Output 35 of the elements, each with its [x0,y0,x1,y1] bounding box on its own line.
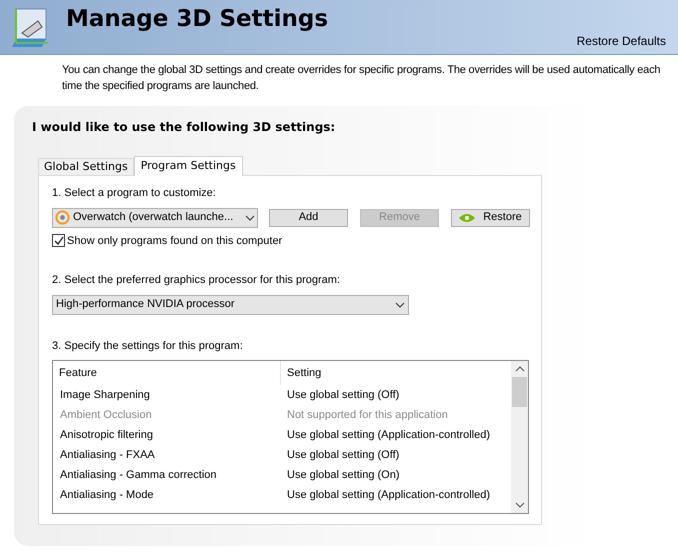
setting-cell-text: Not supported for this application [286,408,448,423]
scrollbar[interactable] [511,361,528,513]
setting-cell-text: Use global setting (On) [286,468,400,483]
column-header[interactable]: Setting [281,361,511,385]
page-title: Manage 3D Settings [66,8,328,31]
feature-cell-text: Antialiasing - Mode [59,488,155,503]
scroll-thumb[interactable] [512,377,527,407]
chevron-down-icon [245,214,255,220]
checkbox[interactable] [52,234,65,248]
setting-cell-text: Use global setting (Application-controlled) [286,488,490,503]
tab[interactable]: Global Settings [38,158,134,175]
feature-cell-text: Image Sharpening [59,388,151,403]
checkbox-label: Show only programs found on this computer [67,234,282,248]
eye-logo-icon [459,212,476,222]
description-text: You can change the global 3D settings and create overrides for specific programs. The overrides will be used automatically each time the specified programs are launched. [62,63,662,94]
action-button[interactable]: Restore [451,208,530,226]
tab[interactable]: Program Settings [134,156,243,176]
setting-cell-text: Use global setting (Application-controlled) [286,428,490,443]
panel-heading: I would like to use the following 3D settings: [32,119,336,136]
gpu-dropdown[interactable]: High-performance NVIDIA processor [52,294,409,314]
program-dropdown[interactable]: Overwatch (overwatch launche... [52,208,258,228]
setting-cell-text: Use global setting (Off) [286,388,400,403]
feature-cell-text: Antialiasing - Gamma correction [59,468,218,483]
step-label: 2. Select the preferred graphics processor for this program: [52,273,341,288]
restore-defaults-link[interactable]: Restore Defaults [576,32,666,50]
program-icon [55,210,70,225]
feature-cell-text: Anisotropic filtering [59,428,154,443]
feature-cell-text: Ambient Occlusion [59,408,153,423]
chevron-down-icon [395,302,405,308]
column-header[interactable]: Feature [53,361,281,385]
step-label: 1. Select a program to customize: [52,186,217,201]
feature-cell-text: Antialiasing - FXAA [59,448,156,463]
step-label: 3. Specify the settings for this program: [52,338,244,354]
action-button[interactable]: Add [269,208,348,226]
setting-cell-text: Use global setting (Off) [286,448,400,463]
